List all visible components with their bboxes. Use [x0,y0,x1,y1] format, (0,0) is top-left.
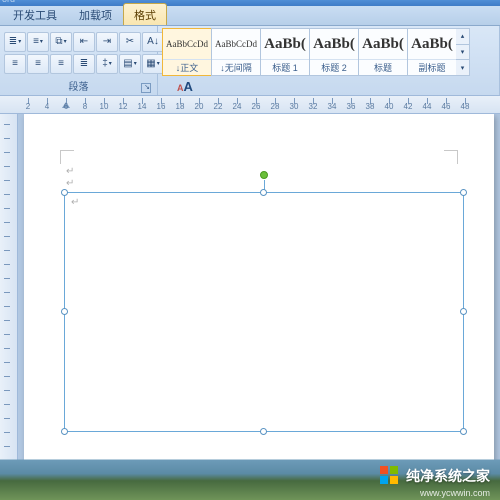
style-subtitle[interactable]: AaBb( 副标题 [407,28,457,76]
group-label-paragraph: 段落 ↘ [4,77,153,95]
ribbon-tabs: 开发工具 加载项 格式 [0,6,500,26]
horizontal-ruler[interactable]: 2468101214161820222426283032343638404244… [0,96,500,114]
resize-handle-bl[interactable] [61,428,68,435]
ruler-number: 42 [404,102,413,111]
vertical-ruler[interactable] [0,114,18,500]
align-right-button[interactable]: ≡ [50,54,72,74]
ruler-number: 36 [347,102,356,111]
paragraph-mark-icon: ↵ [66,178,74,189]
resize-handle-br[interactable] [460,428,467,435]
style-heading-2[interactable]: AaBb( 标题 2 [309,28,359,76]
gallery-up-icon[interactable]: ▴ [456,29,469,45]
ruler-number: 46 [442,102,451,111]
style-heading-1[interactable]: AaBb( 标题 1 [260,28,310,76]
paragraph-launcher-icon[interactable]: ↘ [141,83,151,93]
gallery-more-icon[interactable]: ▾ [456,60,469,75]
ruler-number: 40 [385,102,394,111]
group-paragraph: ≣▾ ≡▾ ⧉▾ ⇤ ⇥ ✂ A↓ ¶ ≡ ≡ ≡ ≣ ‡▾ ▤▾ ▦▾ 段落 … [0,26,158,95]
ruler-number: 14 [138,102,147,111]
ruler-number: 12 [119,102,128,111]
ruler-number: 16 [157,102,166,111]
ruler-number: 6 [64,102,68,111]
numbering-button[interactable]: ≡▾ [27,32,49,52]
align-justify-button[interactable]: ≣ [73,54,95,74]
resize-handle-tr[interactable] [460,189,467,196]
paragraph-mark-icon: ↵ [71,197,79,208]
bullets-button[interactable]: ≣▾ [4,32,26,52]
ruler-number: 2 [26,102,30,111]
tab-developer[interactable]: 开发工具 [2,3,68,25]
gallery-down-icon[interactable]: ▾ [456,45,469,61]
ruler-number: 26 [252,102,261,111]
line-spacing-button[interactable]: ‡▾ [96,54,118,74]
ruler-number: 48 [461,102,470,111]
ribbon: ≣▾ ≡▾ ⧉▾ ⇤ ⇥ ✂ A↓ ¶ ≡ ≡ ≡ ≣ ‡▾ ▤▾ ▦▾ 段落 … [0,26,500,96]
document-area: ↵ ↵ ↵ 纯净系统之家 www.ycwwin.com [0,114,500,500]
styles-gallery-scroll: ▴ ▾ ▾ [456,28,470,76]
style-no-spacing[interactable]: AaBbCcDd ↓无间隔 [211,28,261,76]
style-normal[interactable]: AaBbCcDd ↓正文 [162,28,212,76]
ruler-number: 34 [328,102,337,111]
ruler-number: 44 [423,102,432,111]
ruler-number: 38 [366,102,375,111]
resize-handle-tl[interactable] [61,189,68,196]
shading-button[interactable]: ▤▾ [119,54,141,74]
ruler-number: 32 [309,102,318,111]
change-styles-icon: AA [177,78,193,96]
tab-addins[interactable]: 加载项 [68,3,123,25]
ruler-number: 10 [100,102,109,111]
margin-corner-tl [60,150,74,164]
indent-button[interactable]: ⇥ [96,32,118,52]
align-center-button[interactable]: ≡ [27,54,49,74]
ruler-number: 20 [195,102,204,111]
outdent-button[interactable]: ⇤ [73,32,95,52]
ruler-number: 4 [45,102,49,111]
group-styles: AaBbCcDd ↓正文 AaBbCcDd ↓无间隔 AaBb( 标题 1 Aa… [158,26,500,95]
resize-handle-b[interactable] [260,428,267,435]
resize-handle-l[interactable] [61,308,68,315]
rotate-handle[interactable] [260,171,268,179]
tab-format[interactable]: 格式 [123,3,167,25]
page[interactable]: ↵ ↵ ↵ [24,114,494,500]
ruler-number: 18 [176,102,185,111]
margin-corner-tr [444,150,458,164]
resize-handle-r[interactable] [460,308,467,315]
styles-gallery: AaBbCcDd ↓正文 AaBbCcDd ↓无间隔 AaBb( 标题 1 Aa… [162,28,470,76]
paragraph-mark-icon: ↵ [66,166,74,177]
ruler-number: 24 [233,102,242,111]
ruler-number: 28 [271,102,280,111]
ruler-number: 22 [214,102,223,111]
selected-textbox[interactable]: ↵ [64,192,464,432]
ruler-number: 30 [290,102,299,111]
resize-handle-t[interactable] [260,189,267,196]
style-title[interactable]: AaBb( 标题 [358,28,408,76]
align-left-button[interactable]: ≡ [4,54,26,74]
show-marks-button[interactable]: ✂ [119,32,141,52]
window-title-fragment: ord [2,0,15,4]
ruler-number: 8 [83,102,87,111]
multilevel-button[interactable]: ⧉▾ [50,32,72,52]
